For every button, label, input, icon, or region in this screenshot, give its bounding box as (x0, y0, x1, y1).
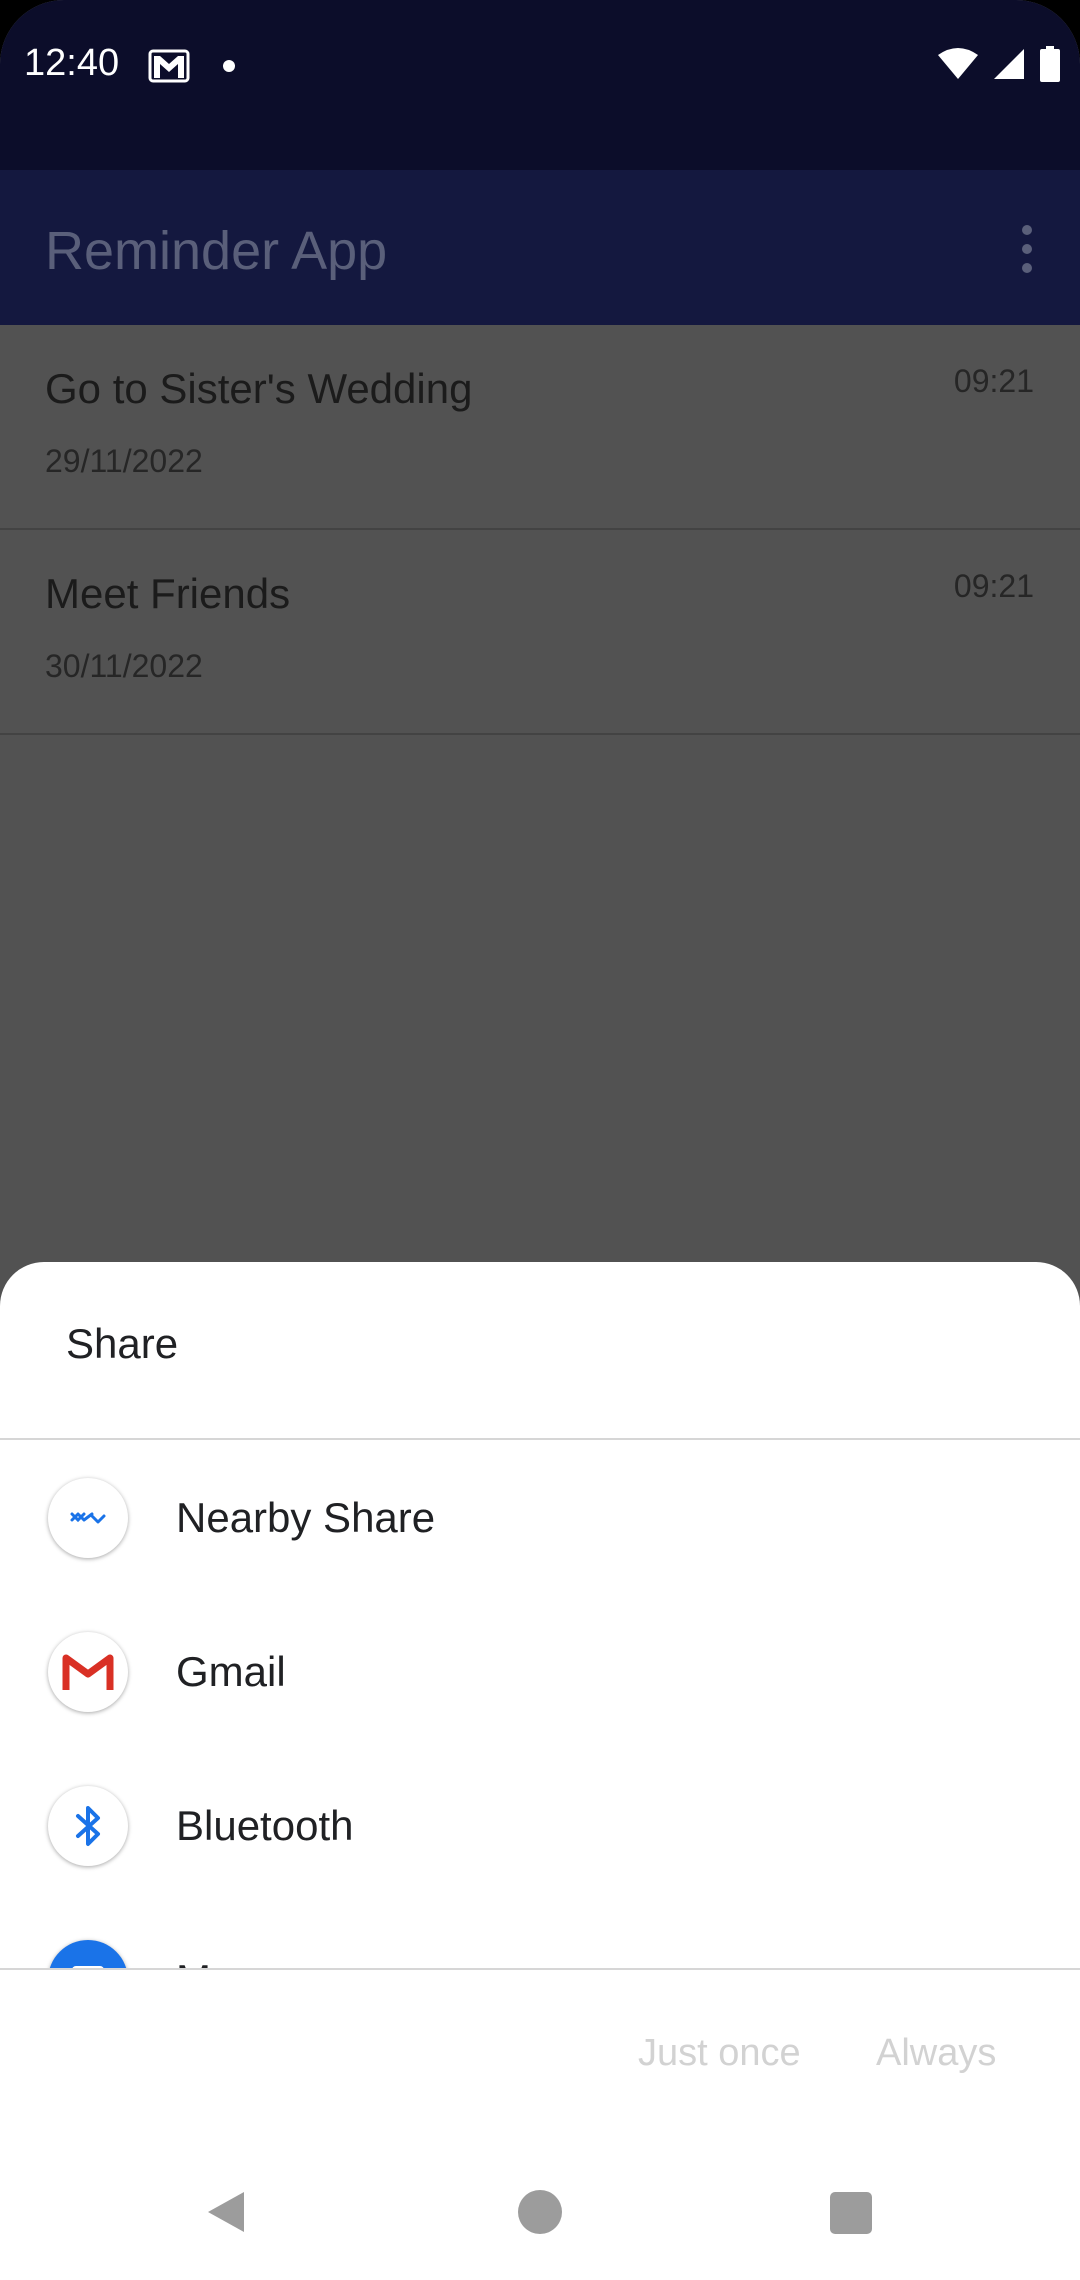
gmail-notification-icon (148, 48, 190, 84)
back-icon[interactable] (204, 2188, 248, 2236)
screen: 12:40 Reminder App Go to Sister's Weddin… (0, 0, 1080, 2280)
reminder-row[interactable]: Meet Friends 30/11/2022 09:21 (0, 530, 1080, 735)
reminder-date: 29/11/2022 (45, 443, 203, 479)
share-target-list[interactable]: Nearby Share Gmail Bluetooth (0, 1440, 1080, 1970)
app-title: Reminder App (45, 221, 388, 281)
share-target-messages[interactable]: Messages (0, 1904, 1080, 1970)
reminder-time: 09:21 (953, 568, 1034, 604)
app-bar: Reminder App (0, 170, 1080, 325)
divider (0, 1968, 1080, 1970)
reminder-date: 30/11/2022 (45, 648, 203, 684)
more-vert-icon[interactable] (1020, 225, 1034, 273)
home-icon[interactable] (518, 2190, 562, 2234)
recents-icon[interactable] (830, 2192, 872, 2234)
notification-dot-icon (223, 60, 235, 72)
status-icons (938, 45, 1060, 87)
status-time: 12:40 (24, 42, 120, 84)
reminder-row[interactable]: Go to Sister's Wedding 29/11/2022 09:21 (0, 325, 1080, 530)
status-bar: 12:40 (0, 0, 1080, 170)
gmail-icon (48, 1632, 128, 1712)
reminder-time: 09:21 (953, 363, 1034, 399)
share-target-gmail[interactable]: Gmail (0, 1596, 1080, 1750)
always-button[interactable]: Always (876, 2032, 996, 2075)
reminder-title: Meet Friends (45, 570, 291, 617)
share-sheet: Share Nearby Share Gmail Bluetooth Just … (0, 1262, 1080, 2280)
bluetooth-icon (48, 1786, 128, 1866)
share-target-bluetooth[interactable]: Bluetooth (0, 1750, 1080, 1904)
share-target-label: Nearby Share (176, 1494, 436, 1541)
reminder-title: Go to Sister's Wedding (45, 365, 473, 412)
nearby-share-icon (48, 1478, 128, 1558)
reminder-list: Go to Sister's Wedding 29/11/2022 09:21 … (0, 325, 1080, 1395)
just-once-button[interactable]: Just once (638, 2032, 801, 2075)
share-target-label: Bluetooth (176, 1802, 354, 1849)
share-sheet-title: Share (66, 1320, 179, 1367)
messages-icon (48, 1940, 128, 1970)
battery-icon (1040, 45, 1060, 87)
wifi-icon (938, 47, 978, 86)
share-target-nearby-share[interactable]: Nearby Share (0, 1442, 1080, 1596)
share-target-label: Gmail (176, 1648, 286, 1695)
cell-signal-icon (992, 47, 1026, 86)
